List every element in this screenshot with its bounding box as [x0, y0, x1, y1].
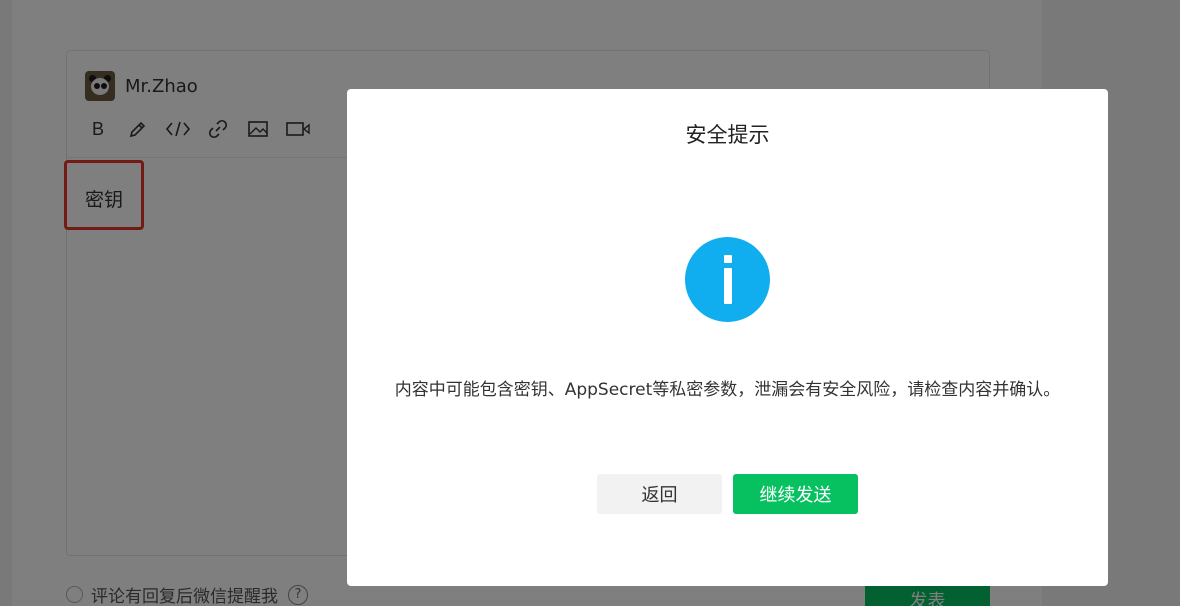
security-dialog: 安全提示 内容中可能包含密钥、AppSecret等私密参数，泄漏会有安全风险，请… [347, 89, 1108, 586]
dialog-message: 内容中可能包含密钥、AppSecret等私密参数，泄漏会有安全风险，请检查内容并… [394, 380, 1061, 400]
dialog-title: 安全提示 [685, 123, 770, 147]
back-button[interactable]: 返回 [597, 474, 722, 514]
continue-send-button[interactable]: 继续发送 [733, 474, 858, 514]
info-icon [685, 237, 770, 322]
